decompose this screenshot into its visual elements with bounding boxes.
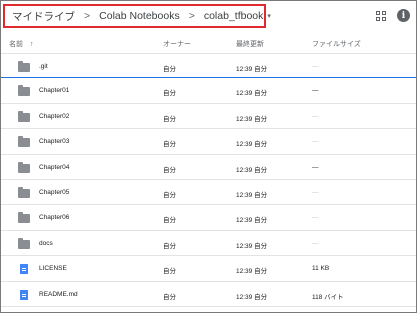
table-row[interactable]: Chapter04 自分 12:39 自分 — [1,155,416,180]
folder-icon [18,85,30,97]
file-size: — [312,138,319,146]
file-name: Chapter03 [39,138,70,146]
table-row[interactable]: Chapter01 自分 12:39 自分 — [1,78,416,104]
file-size: 118 バイト [312,293,344,301]
file-size: — [312,239,319,247]
table-row[interactable]: Chapter03 自分 12:39 自分 — [1,129,416,155]
file-name: Chapter06 [39,214,70,222]
file-size: — [312,87,319,95]
file-name: docs [39,239,53,247]
breadcrumb-separator: > [84,10,91,22]
grid-view-icon[interactable] [376,11,386,21]
table-row[interactable]: Chapter06 自分 12:39 自分 — [1,205,416,231]
file-modified: 12:39 自分 [236,90,268,98]
file-owner: 自分 [163,242,176,250]
file-owner: 自分 [163,115,176,123]
file-owner: 自分 [163,66,176,73]
file-size: — [312,163,319,171]
table-row[interactable]: LICENSE 自分 12:39 自分 11 KB [1,256,416,282]
column-name-label: 名前 [9,41,23,48]
top-bar: マイドライブ > Colab Notebooks > colab_tfbook … [1,1,416,31]
file-modified: 12:39 自分 [236,141,268,149]
table-row[interactable]: docs 自分 12:39 自分 — [1,231,416,257]
file-modified: 12:39 自分 [236,293,268,301]
file-owner: 自分 [163,90,176,98]
sort-arrow-icon[interactable]: ↑ [30,41,34,48]
file-size: — [312,63,319,70]
folder-icon [18,110,30,122]
column-header: 名前 ↑ オーナー 最終更新 ファイルサイズ [1,33,416,53]
file-name: Chapter02 [39,112,70,120]
file-size: — [312,188,319,196]
file-name: .git [39,63,48,70]
file-modified: 12:39 自分 [236,242,268,250]
table-row[interactable]: .git 自分 12:39 自分 — [1,53,416,79]
file-name: LICENSE [39,265,67,273]
file-name: Chapter01 [39,87,70,95]
folder-icon [18,186,30,198]
file-list: .git 自分 12:39 自分 — Chapter01 自分 12:39 自分… [1,53,416,307]
file-owner: 自分 [163,293,176,301]
file-owner: 自分 [163,217,176,225]
document-icon [18,289,28,300]
folder-icon [18,161,30,173]
breadcrumb-colab-tfbook[interactable]: colab_tfbook [204,10,264,22]
document-icon [18,264,28,275]
file-modified: 12:39 自分 [236,115,268,123]
column-owner-header[interactable]: オーナー [163,39,191,49]
table-row[interactable]: Chapter05 自分 12:39 自分 — [1,180,416,206]
file-modified: 12:39 自分 [236,66,268,73]
file-owner: 自分 [163,166,176,174]
breadcrumb-separator: > [188,10,195,22]
chevron-down-icon[interactable]: ▾ [267,12,271,20]
folder-icon [18,61,30,72]
file-owner: 自分 [163,191,176,199]
folder-icon [18,136,30,148]
column-name-header[interactable]: 名前 ↑ [9,39,33,49]
file-owner: 自分 [163,141,176,149]
file-name: Chapter04 [39,163,70,171]
file-name: Chapter05 [39,188,70,196]
file-modified: 12:39 自分 [236,191,268,199]
folder-icon [18,237,30,249]
file-modified: 12:39 自分 [236,268,268,276]
table-row[interactable]: Chapter02 自分 12:39 自分 — [1,104,416,130]
file-modified: 12:39 自分 [236,217,268,225]
file-modified: 12:39 自分 [236,166,268,174]
info-icon[interactable]: i [397,9,410,22]
column-modified-header[interactable]: 最終更新 [236,39,264,49]
breadcrumb-my-drive[interactable]: マイドライブ [12,9,75,24]
file-name: README.md [39,290,78,298]
folder-icon [18,212,30,224]
column-size-header[interactable]: ファイルサイズ [312,39,361,49]
breadcrumb: マイドライブ > Colab Notebooks > colab_tfbook … [3,4,271,28]
drive-window: マイドライブ > Colab Notebooks > colab_tfbook … [0,0,417,313]
file-size: — [312,112,319,120]
file-owner: 自分 [163,268,176,276]
table-row[interactable]: README.md 自分 12:39 自分 118 バイト [1,282,416,307]
breadcrumb-colab-notebooks[interactable]: Colab Notebooks [99,10,180,22]
file-size: 11 KB [312,265,330,273]
file-size: — [312,214,319,222]
